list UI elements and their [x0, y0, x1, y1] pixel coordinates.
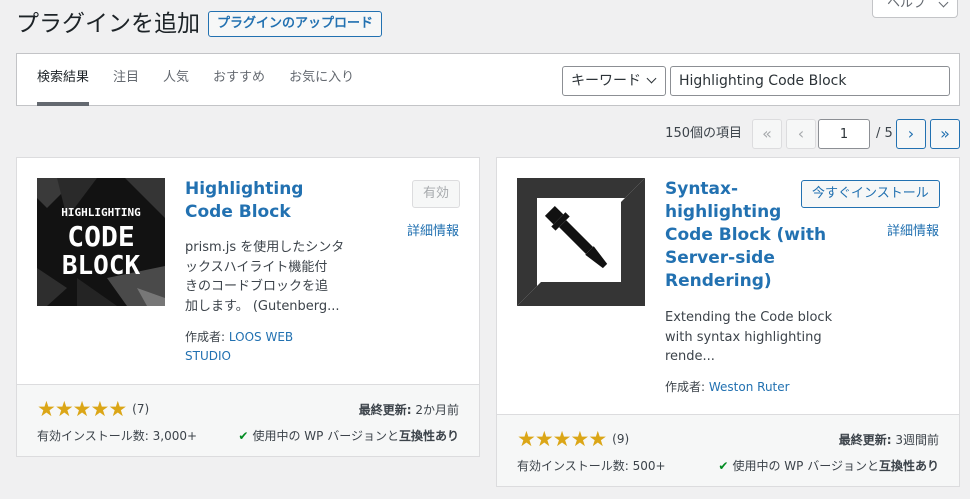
chevron-down-icon	[646, 73, 657, 84]
highlighting-code-block-plugin-icon[interactable]: HIGHLIGHTING CODE BLOCK	[37, 178, 165, 306]
help-label: ヘルプ	[887, 0, 927, 11]
filter-tabs: 検索結果 注目 人気 おすすめ お気に入り	[37, 54, 378, 106]
description-line: きのコードブロックを追	[185, 279, 329, 294]
plugin-description: Extending the Code block with syntax hig…	[665, 308, 832, 367]
search-input[interactable]	[670, 66, 950, 96]
last-updated-value: 3週間前	[895, 433, 939, 447]
plugin-name-line: Code Block (with	[665, 225, 827, 245]
compat-prefix: 使用中の WP バージョンと	[252, 429, 399, 443]
plugin-card: HIGHLIGHTING CODE BLOCK Highlighting Cod…	[16, 157, 480, 457]
plugin-name-line: Rendering)	[665, 271, 772, 291]
star-filled-icon: ★	[90, 397, 110, 421]
page-title: プラグインを追加	[16, 11, 200, 37]
active-installs: 有効インストール数: 500+	[517, 459, 666, 473]
icon-text-highlighting: HIGHLIGHTING	[61, 206, 141, 219]
author-label: 作成者:	[665, 380, 706, 394]
tab-popular[interactable]: 人気	[163, 54, 189, 106]
plugin-card-footer: ★ ★ ★ ★ ★ (9) 最終更新: 3週間前 有効インストール数: 500+…	[497, 414, 959, 486]
help-tab-button[interactable]: ヘルプ	[872, 0, 958, 18]
pagination: 150個の項目 « ‹ / 5 › »	[600, 119, 960, 149]
tab-featured[interactable]: 注目	[113, 54, 139, 106]
plugin-author: 作成者: LOOS WEB STUDIO	[185, 328, 293, 366]
rating-count-link[interactable]: (7)	[132, 402, 149, 416]
more-details-link[interactable]: 詳細情報	[407, 220, 459, 239]
last-page-button[interactable]: »	[930, 119, 960, 149]
description-line: Extending the Code block	[665, 310, 833, 325]
last-updated-label: 最終更新:	[358, 403, 412, 417]
syntax-highlighting-plugin-icon[interactable]	[517, 178, 645, 306]
description-line: 加します。 (Gutenberg...	[185, 298, 340, 314]
tab-search-results[interactable]: 検索結果	[37, 54, 90, 106]
search-type-select[interactable]: キーワード	[562, 66, 666, 96]
first-page-button[interactable]: «	[752, 119, 782, 149]
check-icon: ✔	[718, 459, 729, 473]
last-updated-value: 2か月前	[415, 403, 459, 417]
active-installs: 有効インストール数: 3,000+	[37, 429, 198, 443]
star-filled-icon: ★	[54, 397, 74, 421]
description-line: rende...	[665, 349, 715, 364]
plugin-card: Syntax- highlighting Code Block (with Se…	[496, 157, 960, 487]
plugin-name-line: Server-side	[665, 248, 775, 268]
description-line: prism.js を使用したシンタ	[185, 240, 345, 255]
star-filled-icon: ★	[588, 427, 608, 451]
next-page-button[interactable]: ›	[896, 119, 926, 149]
total-pages: / 5	[876, 126, 893, 141]
current-page-input[interactable]	[818, 119, 870, 149]
star-filled-icon: ★	[570, 427, 590, 451]
compat-prefix: 使用中の WP バージョンと	[732, 459, 879, 473]
author-link[interactable]: STUDIO	[185, 349, 231, 363]
rating-count-link[interactable]: (9)	[612, 432, 629, 446]
compatibility: ✔ 使用中の WP バージョンと互換性あり	[718, 457, 939, 474]
author-label: 作成者:	[185, 330, 226, 344]
compatibility: ✔ 使用中の WP バージョンと互換性あり	[238, 427, 459, 444]
plugin-filter-bar: 検索結果 注目 人気 おすすめ お気に入り キーワード	[16, 53, 960, 106]
star-filled-icon: ★	[517, 427, 536, 451]
prev-page-button[interactable]: ‹	[786, 119, 816, 149]
star-filled-icon: ★	[37, 397, 56, 421]
star-filled-icon: ★	[72, 397, 92, 421]
author-link[interactable]: Weston Ruter	[709, 380, 790, 394]
item-count: 150個の項目	[665, 126, 742, 141]
more-details-link[interactable]: 詳細情報	[887, 220, 939, 239]
plugin-author: 作成者: Weston Ruter	[665, 378, 790, 397]
install-now-button[interactable]: 今すぐインストール	[801, 180, 940, 208]
tab-favorites[interactable]: お気に入り	[289, 54, 354, 106]
last-updated-label: 最終更新:	[838, 433, 892, 447]
description-line: ックスハイライト機能付	[185, 259, 328, 275]
plugin-name-line: Highlighting	[185, 179, 304, 199]
search-type-value: キーワード	[571, 73, 641, 89]
check-icon: ✔	[238, 429, 249, 443]
star-rating: ★ ★ ★ ★ ★ (9)	[517, 427, 629, 451]
author-link[interactable]: LOOS WEB	[229, 330, 293, 344]
tab-recommended[interactable]: おすすめ	[213, 54, 265, 106]
plugin-description: prism.js を使用したシンタ ックスハイライト機能付 きのコードブロックを…	[185, 238, 344, 316]
last-updated: 最終更新: 3週間前	[839, 431, 939, 448]
icon-text-code: CODE	[67, 220, 134, 253]
plugin-name-link[interactable]: Highlighting Code Block	[185, 178, 303, 224]
star-filled-icon: ★	[552, 427, 572, 451]
star-filled-icon: ★	[534, 427, 554, 451]
upload-plugin-button[interactable]: プラグインのアップロード	[208, 11, 383, 37]
plugin-name-line: Code Block	[185, 202, 291, 222]
compat-status: 互換性あり	[398, 429, 459, 443]
plugin-card-footer: ★ ★ ★ ★ ★ (7) 最終更新: 2か月前 有効インストール数: 3,00…	[17, 384, 479, 456]
description-line: with syntax highlighting	[665, 329, 822, 345]
star-filled-icon: ★	[108, 397, 128, 421]
active-status-button: 有効	[412, 180, 461, 208]
star-rating: ★ ★ ★ ★ ★ (7)	[37, 397, 149, 421]
chevron-down-icon	[938, 0, 949, 8]
compat-status: 互換性あり	[878, 459, 939, 473]
icon-text-block: BLOCK	[62, 251, 141, 281]
last-updated: 最終更新: 2か月前	[359, 401, 459, 418]
